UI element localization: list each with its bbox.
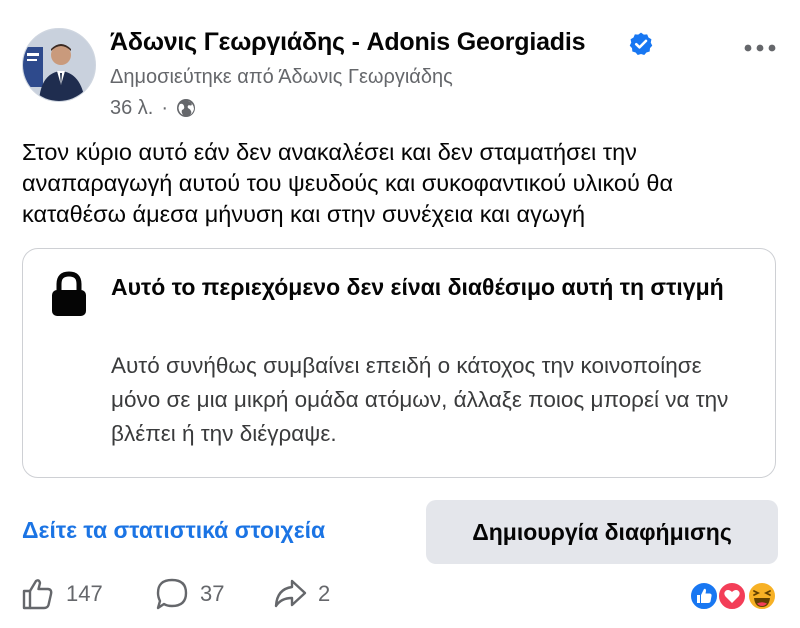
- like-count: 147: [66, 581, 103, 606]
- verified-badge-icon: [629, 32, 653, 56]
- view-insights-link[interactable]: Δείτε τα στατιστικά στοιχεία: [22, 517, 325, 544]
- comment-count: 37: [200, 581, 225, 606]
- author-name[interactable]: Άδωνις Γεωργιάδης - Adonis Georgiadis: [110, 28, 586, 57]
- posted-by: Δημοσιεύτηκε από Άδωνις Γεωργιάδης: [110, 66, 453, 88]
- unavailable-description: Αυτό συνήθως συμβαίνει επειδή ο κάτοχος …: [111, 353, 729, 446]
- meta-separator: ·: [161, 96, 169, 119]
- unavailable-title: Αυτό το περιεχόμενο δεν είναι διαθέσιμο …: [111, 274, 724, 300]
- comment-action[interactable]: 37: [154, 576, 224, 612]
- like-action[interactable]: 147: [20, 576, 103, 612]
- reactions-summary[interactable]: [688, 580, 780, 612]
- more-options-icon[interactable]: [744, 44, 776, 52]
- share-action[interactable]: 2: [272, 576, 330, 612]
- lock-icon: [52, 271, 86, 316]
- profile-photo: [23, 29, 95, 101]
- share-icon: [274, 579, 307, 608]
- comment-icon: [156, 578, 188, 610]
- avatar[interactable]: [22, 28, 96, 102]
- like-reaction-icon: [689, 581, 719, 611]
- share-count: 2: [318, 581, 331, 606]
- post-timestamp[interactable]: 36 λ.: [110, 97, 153, 120]
- boost-post-button[interactable]: Δημιουργία διαφήμισης: [426, 500, 778, 564]
- love-reaction-icon: [717, 581, 747, 611]
- post-text: Στον κύριο αυτό εάν δεν ανακαλέσει και δ…: [22, 139, 674, 227]
- post-meta: 36 λ. ·: [110, 96, 196, 120]
- haha-reaction-icon: [747, 581, 777, 611]
- unavailable-content-card: Αυτό το περιεχόμενο δεν είναι διαθέσιμο …: [22, 248, 776, 478]
- globe-icon[interactable]: [176, 98, 196, 118]
- like-icon: [22, 579, 53, 610]
